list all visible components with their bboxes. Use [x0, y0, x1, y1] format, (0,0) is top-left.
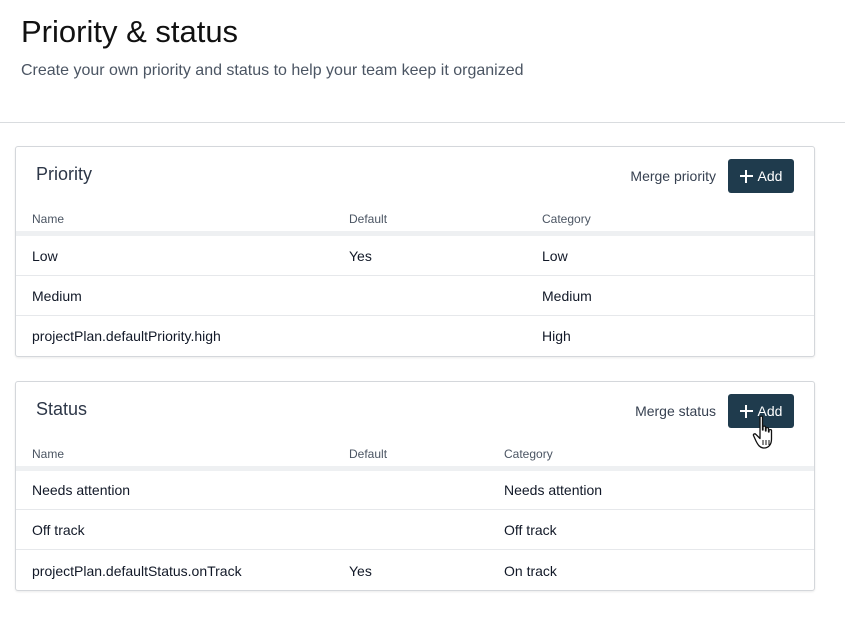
row-name: projectPlan.defaultPriority.high	[32, 328, 221, 344]
plus-icon	[739, 404, 753, 418]
row-name: Needs attention	[32, 482, 131, 498]
column-header-category: Category	[542, 212, 591, 226]
column-header-default: Default	[349, 212, 388, 226]
table-row[interactable]: Low Yes Low	[16, 236, 814, 276]
row-name: Medium	[32, 288, 82, 304]
page-header: Priority & status Create your own priori…	[0, 0, 845, 123]
row-category: High	[542, 328, 571, 344]
row-name: Off track	[32, 522, 85, 538]
merge-priority-button[interactable]: Merge priority	[630, 168, 716, 184]
column-header-name: Name	[32, 447, 65, 461]
table-row[interactable]: projectPlan.defaultPriority.high High	[16, 316, 814, 356]
add-status-label: Add	[757, 403, 783, 419]
status-card: Status Merge status Add Name Default Cat…	[15, 381, 815, 591]
table-row[interactable]: Medium Medium	[16, 276, 814, 316]
table-row[interactable]: Needs attention Needs attention	[16, 470, 814, 510]
page-subtitle: Create your own priority and status to h…	[21, 62, 524, 79]
add-priority-button[interactable]: Add	[728, 159, 794, 193]
row-category: On track	[504, 563, 557, 579]
column-header-category: Category	[504, 447, 553, 461]
row-category: Off track	[504, 522, 557, 538]
row-category: Needs attention	[504, 482, 603, 498]
priority-card-title: Priority	[36, 164, 93, 184]
row-category: Low	[542, 248, 568, 264]
row-default: Yes	[349, 248, 372, 264]
row-name: Low	[32, 248, 58, 264]
plus-icon	[739, 169, 753, 183]
column-header-name: Name	[32, 212, 65, 226]
column-header-default: Default	[349, 447, 388, 461]
add-status-button[interactable]: Add	[728, 394, 794, 428]
row-name: projectPlan.defaultStatus.onTrack	[32, 563, 242, 579]
table-row[interactable]: Off track Off track	[16, 510, 814, 550]
row-default: Yes	[349, 563, 372, 579]
status-card-title: Status	[36, 399, 88, 419]
page-title: Priority & status	[21, 14, 239, 49]
row-category: Medium	[542, 288, 592, 304]
add-priority-label: Add	[757, 168, 783, 184]
priority-card: Priority Merge priority Add Name Default…	[15, 146, 815, 357]
table-row[interactable]: projectPlan.defaultStatus.onTrack Yes On…	[16, 551, 814, 591]
merge-status-button[interactable]: Merge status	[635, 403, 716, 419]
